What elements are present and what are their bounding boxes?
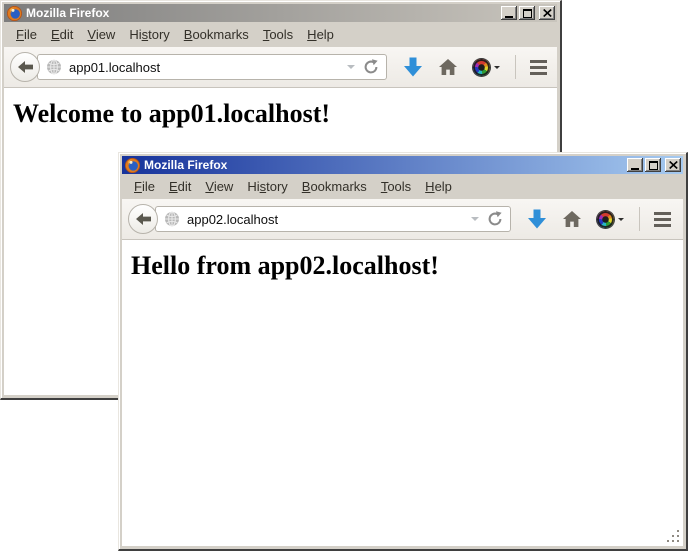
close-button[interactable] bbox=[539, 6, 555, 20]
menu-item-history[interactable]: History bbox=[122, 25, 176, 44]
colorwheel-icon bbox=[473, 59, 490, 76]
back-button[interactable] bbox=[10, 52, 40, 82]
hamburger-menu-button[interactable] bbox=[530, 60, 547, 75]
minimize-icon bbox=[631, 168, 639, 170]
page-heading: Hello from app02.localhost! bbox=[131, 251, 683, 281]
resize-grip-icon[interactable] bbox=[667, 530, 680, 543]
window-title: Mozilla Firefox bbox=[26, 6, 501, 20]
maximize-icon bbox=[523, 9, 532, 18]
menu-item-tools[interactable]: Tools bbox=[256, 25, 300, 44]
colorwheel-icon bbox=[597, 211, 614, 228]
reload-icon[interactable] bbox=[487, 211, 503, 227]
close-icon bbox=[543, 9, 552, 17]
menu-bar: File Edit View History Bookmarks Tools H… bbox=[4, 22, 557, 47]
titlebar[interactable]: Mozilla Firefox bbox=[122, 156, 683, 174]
reload-icon[interactable] bbox=[363, 59, 379, 75]
maximize-button[interactable] bbox=[645, 158, 661, 172]
url-bar[interactable]: app01.localhost bbox=[37, 54, 387, 80]
firefox-logo-icon[interactable] bbox=[7, 6, 22, 21]
colorwheel-extension-button[interactable] bbox=[597, 211, 624, 228]
url-bar[interactable]: app02.localhost bbox=[155, 206, 511, 232]
page-content-app02: Hello from app02.localhost! bbox=[122, 240, 683, 546]
hamburger-menu-button[interactable] bbox=[654, 212, 671, 227]
menu-item-edit[interactable]: Edit bbox=[44, 25, 80, 44]
menu-item-bookmarks[interactable]: Bookmarks bbox=[295, 177, 374, 196]
firefox-window-app02: Mozilla Firefox File Edit View History B… bbox=[118, 152, 688, 551]
menu-item-tools[interactable]: Tools bbox=[374, 177, 418, 196]
menu-item-file[interactable]: File bbox=[9, 25, 44, 44]
home-icon bbox=[563, 211, 581, 227]
navigation-toolbar: app02.localhost bbox=[122, 199, 683, 240]
maximize-icon bbox=[649, 161, 658, 170]
home-button[interactable] bbox=[563, 211, 581, 227]
menu-item-edit[interactable]: Edit bbox=[162, 177, 198, 196]
globe-icon[interactable] bbox=[164, 211, 180, 227]
titlebar[interactable]: Mozilla Firefox bbox=[4, 4, 557, 22]
download-button[interactable] bbox=[527, 209, 547, 229]
colorwheel-extension-button[interactable] bbox=[473, 59, 500, 76]
close-icon bbox=[669, 161, 678, 169]
menu-item-file[interactable]: File bbox=[127, 177, 162, 196]
minimize-button[interactable] bbox=[501, 6, 517, 20]
menu-dropdown-icon bbox=[494, 66, 500, 72]
urlbar-dropdown-icon[interactable] bbox=[471, 217, 479, 225]
url-text[interactable]: app02.localhost bbox=[187, 212, 467, 227]
menu-item-history[interactable]: History bbox=[240, 177, 294, 196]
menu-item-view[interactable]: View bbox=[198, 177, 240, 196]
toolbar-separator bbox=[515, 55, 516, 79]
close-button[interactable] bbox=[665, 158, 681, 172]
toolbar-separator bbox=[639, 207, 640, 231]
url-text[interactable]: app01.localhost bbox=[69, 60, 343, 75]
menu-bar: File Edit View History Bookmarks Tools H… bbox=[122, 174, 683, 199]
menu-dropdown-icon bbox=[618, 218, 624, 224]
back-icon bbox=[18, 61, 33, 73]
maximize-button[interactable] bbox=[519, 6, 535, 20]
download-button[interactable] bbox=[403, 57, 423, 77]
back-icon bbox=[136, 213, 151, 225]
menu-item-view[interactable]: View bbox=[80, 25, 122, 44]
download-icon bbox=[527, 209, 547, 229]
home-icon bbox=[439, 59, 457, 75]
hamburger-menu-icon bbox=[530, 60, 547, 63]
window-title: Mozilla Firefox bbox=[144, 158, 627, 172]
download-icon bbox=[403, 57, 423, 77]
minimize-button[interactable] bbox=[627, 158, 643, 172]
hamburger-menu-icon bbox=[654, 212, 671, 215]
menu-item-help[interactable]: Help bbox=[300, 25, 341, 44]
back-button[interactable] bbox=[128, 204, 158, 234]
urlbar-dropdown-icon[interactable] bbox=[347, 65, 355, 73]
menu-item-bookmarks[interactable]: Bookmarks bbox=[177, 25, 256, 44]
firefox-logo-icon[interactable] bbox=[125, 158, 140, 173]
navigation-toolbar: app01.localhost bbox=[4, 47, 557, 88]
menu-item-help[interactable]: Help bbox=[418, 177, 459, 196]
page-heading: Welcome to app01.localhost! bbox=[13, 99, 557, 129]
home-button[interactable] bbox=[439, 59, 457, 75]
minimize-icon bbox=[505, 16, 513, 18]
globe-icon[interactable] bbox=[46, 59, 62, 75]
